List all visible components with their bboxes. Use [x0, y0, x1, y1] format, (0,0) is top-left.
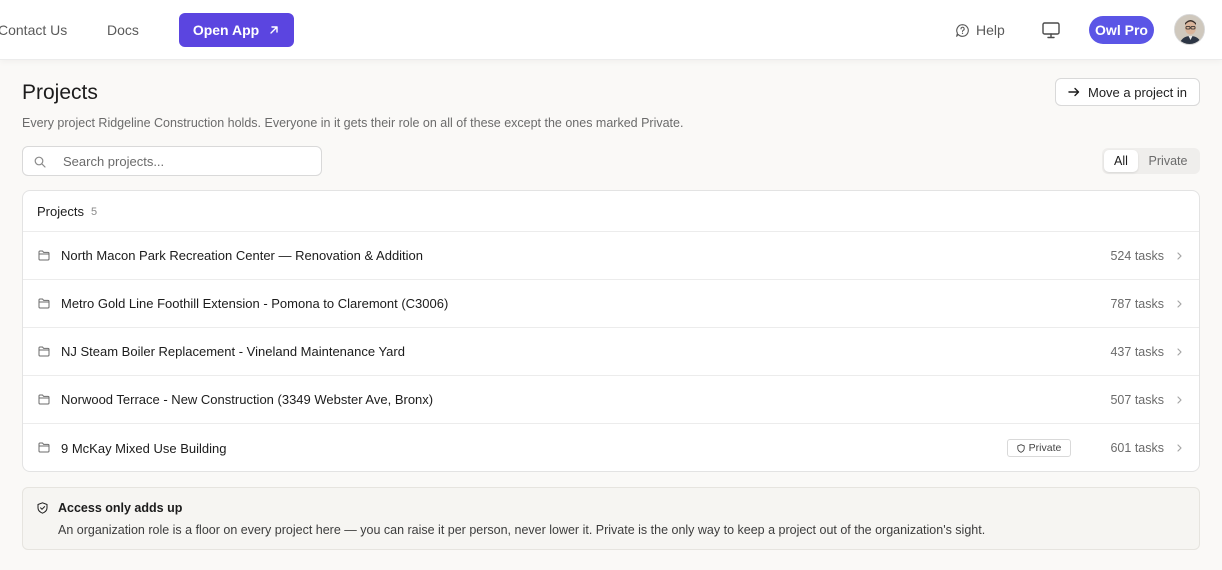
- project-name: Norwood Terrace - New Construction (3349…: [61, 392, 434, 407]
- projects-list-header: Projects 5: [23, 191, 1199, 232]
- top-nav: Contact Us Docs Open App Help Owl Pro: [0, 0, 1222, 60]
- project-row[interactable]: NJ Steam Boiler Replacement - Vineland M…: [23, 328, 1199, 376]
- project-name: Metro Gold Line Foothill Extension - Pom…: [61, 296, 449, 311]
- project-row[interactable]: North Macon Park Recreation Center — Ren…: [23, 232, 1199, 280]
- shield-icon: [1017, 443, 1025, 453]
- folder-icon: [38, 442, 50, 453]
- arrow-right-icon: [1068, 87, 1080, 97]
- move-project-in-label: Move a project in: [1088, 84, 1187, 100]
- chevron-right-icon: [1177, 348, 1182, 356]
- info-title: Access only adds up: [58, 501, 183, 515]
- plan-badge[interactable]: Owl Pro: [1089, 16, 1154, 44]
- chevron-right-icon: [1177, 252, 1182, 260]
- open-app-label: Open App: [192, 22, 260, 38]
- help-label: Help: [976, 22, 1005, 38]
- search-field[interactable]: [22, 146, 322, 176]
- project-row[interactable]: Norwood Terrace - New Construction (3349…: [23, 376, 1199, 424]
- task-count: 507 tasks: [1110, 392, 1164, 407]
- nav-docs-link[interactable]: Docs: [107, 22, 139, 38]
- filter-private-tab[interactable]: Private: [1138, 150, 1198, 172]
- search-icon: [34, 156, 46, 168]
- user-avatar-icon: [1175, 15, 1204, 44]
- task-count: 601 tasks: [1110, 441, 1164, 455]
- folder-icon: [38, 250, 50, 261]
- project-name: North Macon Park Recreation Center — Ren…: [61, 248, 424, 263]
- folder-icon: [38, 394, 50, 405]
- projects-list-heading: Projects: [37, 203, 84, 219]
- shield-check-icon: [37, 502, 48, 514]
- help-link[interactable]: Help: [955, 21, 1005, 39]
- access-info-callout: Access only adds up An organization role…: [22, 487, 1200, 550]
- search-input[interactable]: [63, 152, 313, 170]
- project-row[interactable]: 9 McKay Mixed Use Building Private 601 t…: [23, 424, 1199, 471]
- projects-count: 5: [90, 206, 98, 218]
- private-badge-label: Private: [1028, 442, 1062, 454]
- project-name: NJ Steam Boiler Replacement - Vineland M…: [61, 344, 405, 359]
- chevron-right-icon: [1177, 444, 1182, 452]
- arrow-up-right-icon: [270, 26, 278, 34]
- filter-all-tab[interactable]: All: [1104, 150, 1138, 172]
- project-name: 9 McKay Mixed Use Building: [61, 440, 227, 456]
- folder-icon: [38, 298, 50, 309]
- folder-icon: [38, 346, 50, 357]
- monitor-icon[interactable]: [1041, 20, 1061, 40]
- info-body: An organization role is a floor on every…: [58, 523, 986, 537]
- nav-contact-link[interactable]: Contact Us: [0, 22, 67, 38]
- page-subtitle: Every project Ridgeline Construction hol…: [22, 116, 684, 130]
- task-count: 787 tasks: [1110, 296, 1164, 311]
- projects-list: Projects 5 North Macon Park Recreation C…: [22, 190, 1200, 472]
- open-app-button[interactable]: Open App: [179, 13, 294, 47]
- page-title: Projects: [22, 81, 98, 104]
- chevron-right-icon: [1177, 300, 1182, 308]
- chat-help-icon: [956, 23, 969, 37]
- task-count: 437 tasks: [1110, 344, 1164, 359]
- avatar[interactable]: [1174, 14, 1205, 45]
- private-badge: Private: [1007, 439, 1071, 457]
- move-project-in-button[interactable]: Move a project in: [1055, 78, 1200, 106]
- visibility-filter: All Private: [1102, 148, 1200, 174]
- chevron-right-icon: [1177, 396, 1182, 404]
- project-row[interactable]: Metro Gold Line Foothill Extension - Pom…: [23, 280, 1199, 328]
- task-count: 524 tasks: [1110, 248, 1164, 263]
